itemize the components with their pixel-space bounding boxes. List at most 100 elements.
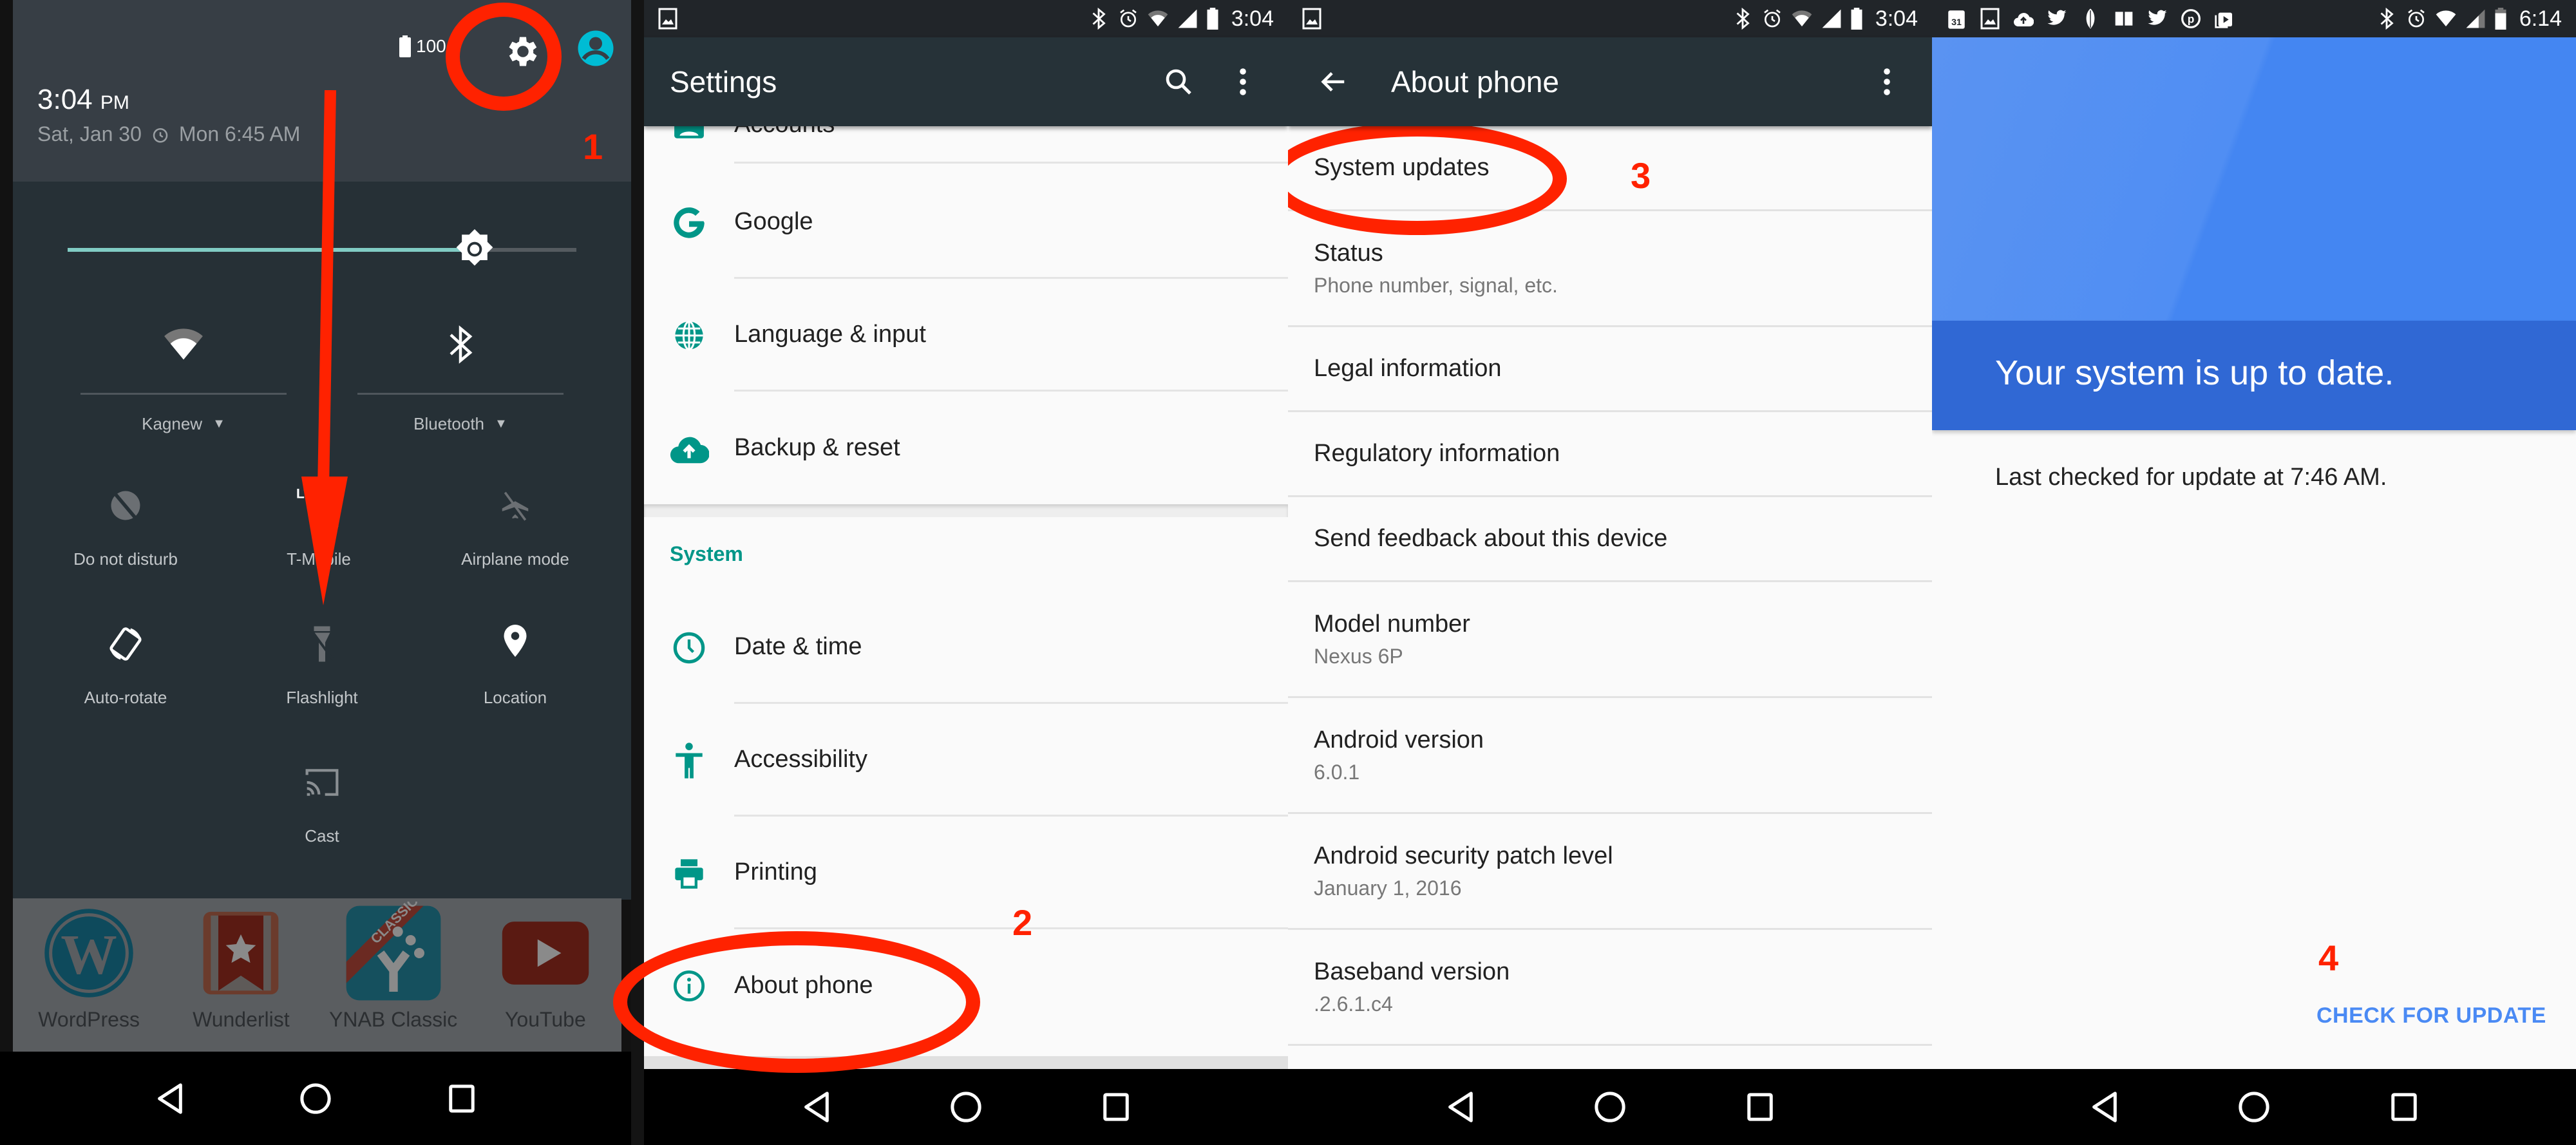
- search-button[interactable]: [1159, 62, 1198, 101]
- settings-item-date-time[interactable]: Date & time: [644, 591, 1288, 704]
- update-hero-background: [1932, 37, 2576, 321]
- settings-item-google[interactable]: Google: [644, 166, 1288, 279]
- status-time: 6:14: [2519, 6, 2562, 31]
- settings-gear-button[interactable]: [504, 32, 542, 71]
- about-item-android-version[interactable]: Android version 6.0.1: [1288, 698, 1932, 814]
- page-title: About phone: [1391, 65, 1559, 99]
- about-item-title: Send feedback about this device: [1314, 525, 1668, 552]
- app-ynab-classic[interactable]: CLASSIC YNAB Classic: [329, 898, 458, 1032]
- dropdown-arrow-icon[interactable]: ▼: [213, 417, 225, 431]
- settings-item-label: Accessibility: [734, 704, 1288, 817]
- annotation-step-2: 2: [1012, 902, 1033, 943]
- back-button[interactable]: [797, 1088, 835, 1126]
- about-item-status[interactable]: Status Phone number, signal, etc.: [1288, 211, 1932, 327]
- twitter-icon: [2047, 10, 2067, 25]
- leaf-icon: [2086, 8, 2095, 29]
- recents-button[interactable]: [2385, 1088, 2423, 1126]
- about-item-regulatory-information[interactable]: Regulatory information: [1288, 412, 1932, 497]
- more-vert-icon: [1884, 68, 1890, 95]
- recents-square-icon: [1103, 1093, 1130, 1121]
- update-status-headline: Your system is up to date.: [1995, 354, 2394, 392]
- about-item-title: Model number: [1314, 610, 1470, 638]
- settings-item-language-input[interactable]: Language & input: [644, 279, 1288, 392]
- settings-item-label: Google: [734, 166, 1288, 279]
- tile-label: Location: [483, 688, 547, 707]
- annotation-step-1: 1: [583, 126, 603, 167]
- battery-icon: [399, 35, 411, 57]
- check-for-update-button[interactable]: CHECK FOR UPDATE: [2316, 1003, 2546, 1028]
- back-triangle-icon: [1448, 1092, 1473, 1122]
- app-youtube[interactable]: YouTube: [481, 898, 610, 1032]
- tile-label: Flashlight: [286, 688, 358, 707]
- tile-label: Do not disturb: [73, 549, 178, 569]
- annotation-step-3: 3: [1631, 155, 1651, 196]
- about-item-model-number[interactable]: Model number Nexus 6P: [1288, 582, 1932, 698]
- twitter-icon: [2148, 10, 2167, 25]
- about-item-system-updates[interactable]: System updates: [1288, 126, 1932, 211]
- about-item-legal-information[interactable]: Legal information: [1288, 327, 1932, 412]
- status-bar: 3:04: [644, 0, 1288, 37]
- home-button[interactable]: [2235, 1088, 2273, 1126]
- tile-do-not-disturb[interactable]: Do not disturb: [29, 480, 222, 569]
- printer-icon: [675, 858, 703, 889]
- about-phone-list: System updates Status Phone number, signal…: [1288, 126, 1932, 1046]
- tile-airplane-mode[interactable]: Airplane mode: [419, 480, 612, 569]
- about-item-android-security-patch-level[interactable]: Android security patch level January 1, 2…: [1288, 814, 1932, 930]
- recents-button[interactable]: [442, 1079, 481, 1118]
- brightness-slider-thumb[interactable]: [453, 227, 497, 271]
- tile-cast[interactable]: Cast: [225, 757, 419, 846]
- alarm-icon: [1764, 9, 1781, 28]
- bluetooth-tile[interactable]: Bluetooth ▼: [351, 316, 570, 434]
- back-button[interactable]: [2085, 1088, 2123, 1126]
- cloud-upload-icon: [2014, 13, 2034, 27]
- overflow-menu-button[interactable]: [1868, 62, 1906, 101]
- recents-square-icon: [1747, 1093, 1774, 1121]
- back-button[interactable]: [150, 1079, 189, 1118]
- quick-settings-panel: 100 3:04 PM Sat, Jan 30 Mon 6:45 AM Kagn…: [0, 0, 631, 1145]
- tile-auto-rotate[interactable]: Auto-rotate: [29, 618, 222, 708]
- settings-item-printing[interactable]: Printing: [644, 817, 1288, 929]
- cell-signal-icon: [1822, 9, 1841, 28]
- app-wunderlist[interactable]: Wunderlist: [176, 898, 305, 1032]
- about-item-baseband-version[interactable]: Baseband version .2.6.1.c4: [1288, 930, 1932, 1046]
- status-bar: 3:04: [1288, 0, 1932, 37]
- brightness-slider-fill: [68, 248, 475, 252]
- arrow-back-icon: [1321, 71, 1345, 92]
- wifi-icon: [1148, 10, 1168, 26]
- home-button[interactable]: [296, 1079, 335, 1118]
- settings-item-accessibility[interactable]: Accessibility: [644, 704, 1288, 817]
- tile-flashlight[interactable]: Flashlight: [225, 618, 419, 708]
- section-divider: [644, 504, 1288, 517]
- location-pin-icon: [504, 625, 527, 657]
- wifi-network-name: Kagnew: [142, 414, 203, 433]
- tile-location[interactable]: Location: [419, 618, 612, 708]
- app-wordpress[interactable]: W WordPress: [24, 898, 153, 1032]
- cell-signal-icon: [1178, 9, 1197, 28]
- annotation-step-4: 4: [2318, 938, 2339, 978]
- ynab-classic-icon: CLASSIC: [346, 902, 440, 1001]
- home-button[interactable]: [947, 1088, 985, 1126]
- image-notification-icon: [1302, 8, 1321, 30]
- clock[interactable]: 3:04 PM: [37, 84, 129, 116]
- navigation-bar: [1932, 1069, 2576, 1145]
- back-arrow-button[interactable]: [1314, 62, 1352, 101]
- about-item-subtitle: .2.6.1.c4: [1314, 992, 1393, 1016]
- settings-item-backup-reset[interactable]: Backup & reset: [644, 392, 1288, 504]
- home-button[interactable]: [1591, 1088, 1629, 1126]
- dropdown-arrow-icon[interactable]: ▼: [495, 417, 507, 431]
- user-avatar-button[interactable]: [576, 29, 615, 68]
- youtube-icon: [502, 922, 589, 985]
- wifi-tile[interactable]: Kagnew ▼: [74, 316, 293, 434]
- settings-item-about-phone[interactable]: About phone: [644, 929, 1288, 1042]
- recents-button[interactable]: [1097, 1088, 1135, 1126]
- about-item-title: Android version: [1314, 726, 1484, 753]
- settings-item-label: Backup & reset: [734, 434, 900, 461]
- settings-item-label: Date & time: [734, 591, 1288, 704]
- about-item-title: Baseband version: [1314, 958, 1510, 985]
- recents-button[interactable]: [1741, 1088, 1779, 1126]
- overflow-menu-button[interactable]: [1224, 62, 1262, 101]
- wifi-icon: [1792, 10, 1812, 26]
- about-item-send-feedback-about-this-device[interactable]: Send feedback about this device: [1288, 497, 1932, 582]
- back-button[interactable]: [1441, 1088, 1479, 1126]
- navigation-bar: [0, 1052, 631, 1145]
